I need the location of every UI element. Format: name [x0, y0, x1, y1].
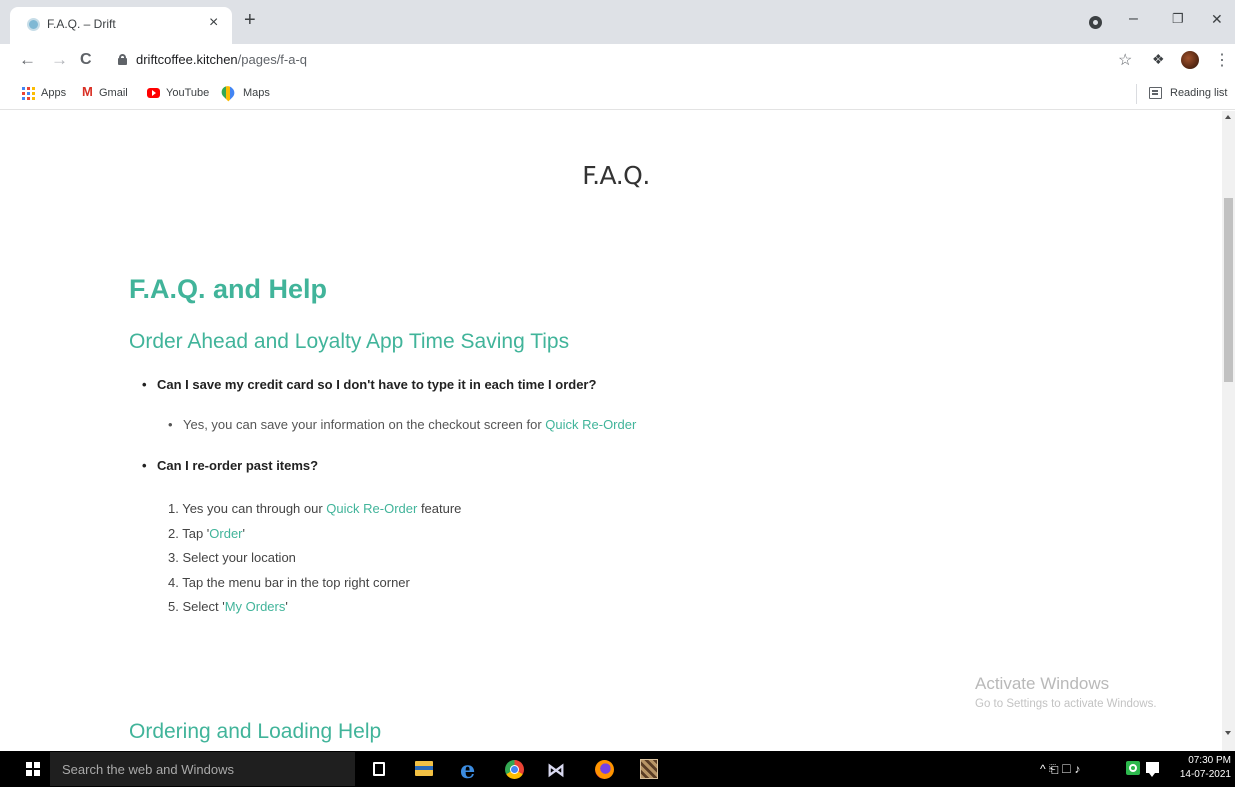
clock-date: 14-07-2021	[1179, 769, 1231, 780]
reload-button[interactable]: C	[80, 50, 92, 70]
firefox-browser-icon[interactable]	[595, 760, 614, 779]
tab-faq[interactable]: F.A.Q. – Drift ×	[10, 7, 232, 44]
back-button[interactable]: ←	[19, 50, 36, 70]
list-item: 5. Select 'My Orders'	[168, 595, 461, 620]
reorder-steps-list: 1. Yes you can through our Quick Re-Orde…	[168, 497, 461, 620]
list-item: 4. Tap the menu bar in the top right cor…	[168, 574, 410, 590]
list-item: 1. Yes you can through our Quick Re-Orde…	[168, 497, 461, 522]
quick-reorder-link[interactable]: Quick Re-Order	[545, 417, 636, 432]
step-text: 1. Yes you can through our	[168, 501, 327, 516]
url-path: /pages/f-a-q	[237, 52, 308, 67]
step-text: 2. Tap '	[168, 525, 210, 541]
browser-menu-icon[interactable]: ⋮	[1214, 50, 1230, 70]
quick-reorder-link[interactable]: Quick Re-Order	[326, 501, 417, 516]
profile-icon[interactable]	[1089, 16, 1102, 29]
maps-icon[interactable]	[219, 83, 237, 102]
edge-browser-icon[interactable]: e	[460, 755, 480, 784]
address-bar[interactable]: driftcoffee.kitchen/pages/f-a-q	[136, 52, 307, 67]
bookmark-gmail[interactable]: Gmail	[99, 87, 128, 99]
forward-button[interactable]: →	[51, 50, 68, 70]
scroll-up-arrow-icon[interactable]	[1225, 115, 1231, 119]
web-page: F.A.Q. F.A.Q. and Help Order Ahead and L…	[0, 111, 1222, 751]
step-text: '	[242, 525, 245, 541]
clock-time: 07:30 PM	[1188, 755, 1231, 766]
tab-strip: F.A.Q. – Drift × + – ❐ ✕	[0, 0, 1235, 44]
page-scrollbar[interactable]	[1222, 111, 1235, 751]
question-reorder: Can I re-order past items?	[142, 458, 318, 473]
scrollbar-thumb[interactable]	[1224, 198, 1233, 382]
bookmark-apps[interactable]: Apps	[41, 87, 66, 99]
browser-toolbar: ← → C driftcoffee.kitchen/pages/f-a-q ☆ …	[0, 44, 1235, 78]
question-save-card: Can I save my credit card so I don't hav…	[142, 377, 596, 392]
my-orders-link[interactable]: My Orders	[225, 599, 286, 614]
list-item: 2. Tap 'Order'	[168, 522, 461, 547]
question-text: Can I save my credit card so I don't hav…	[157, 377, 597, 392]
activate-windows-subtext: Go to Settings to activate Windows.	[975, 698, 1157, 710]
file-explorer-icon[interactable]	[415, 761, 433, 776]
answer-save-card: Yes, you can save your information on th…	[168, 417, 636, 432]
bookmarks-divider	[1136, 84, 1137, 104]
lock-icon[interactable]	[118, 54, 127, 65]
pinned-app-icon[interactable]	[640, 759, 658, 779]
bookmark-maps[interactable]: Maps	[243, 87, 270, 99]
new-tab-button[interactable]: +	[244, 10, 256, 30]
tab-close-button[interactable]: ×	[209, 14, 218, 32]
notifications-icon[interactable]	[1146, 762, 1159, 777]
taskbar-search-box[interactable]: Search the web and Windows	[50, 752, 355, 786]
activate-windows-watermark: Activate Windows	[975, 674, 1110, 693]
chrome-browser-icon[interactable]	[505, 760, 524, 779]
step-text: feature	[417, 501, 462, 516]
bookmarks-bar: Apps M Gmail YouTube Maps Reading list	[0, 78, 1235, 110]
step-text: 5. Select '	[168, 599, 225, 614]
question-text: Can I re-order past items?	[157, 458, 319, 473]
bookmark-youtube[interactable]: YouTube	[166, 87, 209, 99]
close-window-button[interactable]: ✕	[1211, 9, 1223, 29]
reading-list-icon[interactable]	[1149, 87, 1162, 99]
system-tray-icons[interactable]: ^ ⎗ ☐ ♪	[1040, 762, 1080, 777]
extensions-puzzle-icon[interactable]: ❖	[1152, 51, 1165, 68]
windows-taskbar: Search the web and Windows e ⋈ ^ ⎗ ☐ ♪ 0…	[0, 751, 1235, 787]
gmail-icon[interactable]: M	[82, 84, 93, 99]
youtube-icon[interactable]	[147, 88, 160, 98]
search-placeholder: Search the web and Windows	[62, 762, 234, 777]
mail-app-icon[interactable]: ⋈	[547, 761, 567, 782]
minimize-button[interactable]: –	[1129, 9, 1138, 29]
list-item: 3. Select your location	[168, 550, 296, 565]
tray-app-icon[interactable]	[1126, 761, 1140, 775]
windows-start-icon[interactable]	[26, 762, 40, 776]
task-view-icon[interactable]	[373, 762, 385, 776]
scroll-down-arrow-icon[interactable]	[1225, 731, 1231, 735]
apps-grid-icon[interactable]	[22, 87, 35, 100]
answer-text: Yes, you can save your information on th…	[183, 417, 546, 432]
faq-heading: F.A.Q. and Help	[129, 274, 328, 304]
step-text: '	[285, 599, 288, 614]
reading-list-button[interactable]: Reading list	[1170, 87, 1227, 99]
avatar[interactable]	[1181, 51, 1199, 69]
page-title: F.A.Q.	[582, 161, 650, 190]
bookmark-star-icon[interactable]: ☆	[1118, 50, 1132, 70]
order-link[interactable]: Order	[209, 526, 242, 541]
tab-title: F.A.Q. – Drift	[47, 17, 116, 31]
maximize-button[interactable]: ❐	[1172, 9, 1184, 29]
section-heading-order-ahead: Order Ahead and Loyalty App Time Saving …	[129, 330, 570, 353]
site-favicon-icon	[27, 18, 40, 31]
taskbar-clock[interactable]: 07:30 PM 14-07-2021	[1171, 754, 1231, 782]
section-heading-ordering-help: Ordering and Loading Help	[129, 720, 382, 743]
url-domain: driftcoffee.kitchen	[136, 52, 238, 67]
